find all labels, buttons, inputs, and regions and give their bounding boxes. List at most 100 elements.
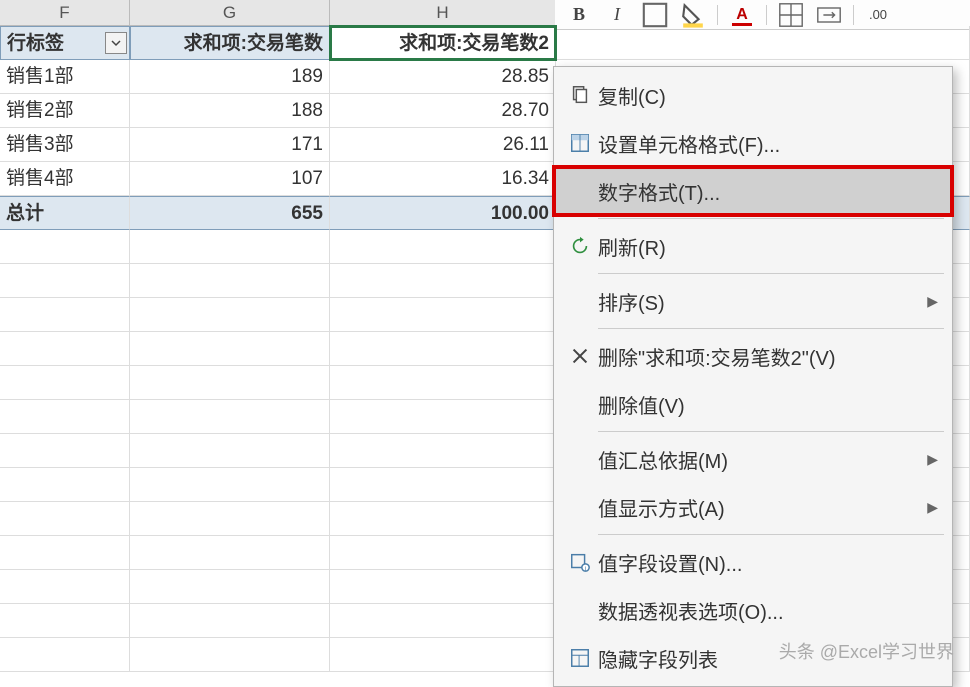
empty-cell[interactable]	[330, 604, 556, 638]
row-label[interactable]: 销售1部	[0, 60, 130, 94]
empty-cell[interactable]	[0, 264, 130, 298]
empty-cell[interactable]	[330, 502, 556, 536]
empty-cell[interactable]	[556, 26, 970, 60]
cell-value[interactable]: 28.70	[330, 94, 556, 128]
bold-button[interactable]: B	[565, 3, 593, 27]
cell-value[interactable]: 28.85	[330, 60, 556, 94]
menu-label: 数据透视表选项(O)...	[598, 596, 938, 625]
col-header-g[interactable]: G	[130, 0, 330, 25]
merge-button[interactable]	[815, 3, 843, 27]
row-label[interactable]: 销售2部	[0, 94, 130, 128]
empty-cell[interactable]	[330, 332, 556, 366]
menu-remove-field[interactable]: 删除"求和项:交易笔数2"(V)	[554, 332, 952, 380]
menu-label: 值显示方式(A)	[598, 493, 927, 522]
empty-cell[interactable]	[330, 400, 556, 434]
fill-color-button[interactable]	[679, 3, 707, 27]
pivot-row-label-header[interactable]: 行标签	[0, 26, 130, 60]
field-list-icon	[562, 647, 598, 669]
border-icon	[641, 1, 669, 29]
refresh-icon	[562, 235, 598, 257]
cell-value[interactable]: 26.11	[330, 128, 556, 162]
empty-cell[interactable]	[130, 468, 330, 502]
font-color-button[interactable]: A	[728, 3, 756, 27]
empty-cell[interactable]	[130, 502, 330, 536]
col-header-f[interactable]: F	[0, 0, 130, 25]
cell-value[interactable]: 171	[130, 128, 330, 162]
menu-remove-values[interactable]: 删除值(V)	[554, 380, 952, 428]
empty-cell[interactable]	[130, 570, 330, 604]
total-value[interactable]: 655	[130, 196, 330, 230]
empty-cell[interactable]	[130, 604, 330, 638]
empty-cell[interactable]	[130, 638, 330, 672]
menu-format-cells[interactable]: 设置单元格格式(F)...	[554, 119, 952, 167]
menu-separator	[598, 273, 944, 274]
cell-value[interactable]: 16.34	[330, 162, 556, 196]
empty-cell[interactable]	[130, 400, 330, 434]
cell-value[interactable]: 188	[130, 94, 330, 128]
col-header-h[interactable]: H	[330, 0, 556, 25]
cell-value[interactable]: 189	[130, 60, 330, 94]
empty-cell[interactable]	[0, 332, 130, 366]
empty-cell[interactable]	[0, 536, 130, 570]
empty-cell[interactable]	[0, 298, 130, 332]
row-label[interactable]: 销售4部	[0, 162, 130, 196]
menu-separator	[598, 534, 944, 535]
pivot-col-g-header[interactable]: 求和项:交易笔数	[130, 26, 330, 60]
empty-cell[interactable]	[130, 536, 330, 570]
empty-cell[interactable]	[0, 434, 130, 468]
menu-show-as[interactable]: 值显示方式(A) ▶	[554, 483, 952, 531]
menu-number-format[interactable]: 数字格式(T)...	[554, 167, 952, 215]
empty-cell[interactable]	[130, 434, 330, 468]
empty-cell[interactable]	[330, 298, 556, 332]
empty-cell[interactable]	[130, 298, 330, 332]
empty-cell[interactable]	[330, 536, 556, 570]
menu-hide-field-list[interactable]: 隐藏字段列表	[554, 634, 952, 682]
empty-cell[interactable]	[330, 570, 556, 604]
pivot-row-label-text: 行标签	[7, 33, 64, 54]
decrease-decimal-button[interactable]: .00	[864, 3, 892, 27]
empty-cell[interactable]	[130, 264, 330, 298]
menu-label: 数字格式(T)...	[598, 177, 938, 206]
menu-copy[interactable]: 复制(C)	[554, 71, 952, 119]
menu-label: 删除"求和项:交易笔数2"(V)	[598, 342, 938, 371]
empty-cell[interactable]	[0, 366, 130, 400]
empty-cell[interactable]	[130, 230, 330, 264]
empty-cell[interactable]	[0, 638, 130, 672]
grid-icon	[777, 1, 805, 29]
empty-cell[interactable]	[330, 230, 556, 264]
cell-value[interactable]: 107	[130, 162, 330, 196]
empty-cell[interactable]	[330, 638, 556, 672]
merge-icon	[815, 1, 843, 29]
italic-button[interactable]: I	[603, 3, 631, 27]
submenu-arrow-icon: ▶	[927, 451, 938, 468]
empty-cell[interactable]	[0, 468, 130, 502]
total-value[interactable]: 100.00	[330, 196, 556, 230]
border-button[interactable]	[641, 3, 669, 27]
total-label[interactable]: 总计	[0, 196, 130, 230]
empty-cell[interactable]	[0, 400, 130, 434]
menu-label: 值汇总依据(M)	[598, 445, 927, 474]
menu-value-field-settings[interactable]: i 值字段设置(N)...	[554, 538, 952, 586]
borders-button[interactable]	[777, 3, 805, 27]
filter-dropdown-button[interactable]	[105, 32, 127, 54]
menu-separator	[598, 218, 944, 219]
submenu-arrow-icon: ▶	[927, 499, 938, 516]
empty-cell[interactable]	[130, 366, 330, 400]
menu-summarize-by[interactable]: 值汇总依据(M) ▶	[554, 435, 952, 483]
menu-sort[interactable]: 排序(S) ▶	[554, 277, 952, 325]
pivot-col-h-header[interactable]: 求和项:交易笔数2	[330, 26, 556, 60]
empty-cell[interactable]	[130, 332, 330, 366]
empty-cell[interactable]	[330, 264, 556, 298]
empty-cell[interactable]	[0, 570, 130, 604]
menu-pivot-options[interactable]: 数据透视表选项(O)...	[554, 586, 952, 634]
empty-cell[interactable]	[0, 502, 130, 536]
menu-refresh[interactable]: 刷新(R)	[554, 222, 952, 270]
empty-cell[interactable]	[0, 230, 130, 264]
empty-cell[interactable]	[330, 468, 556, 502]
row-label[interactable]: 销售3部	[0, 128, 130, 162]
menu-separator	[598, 431, 944, 432]
empty-cell[interactable]	[330, 434, 556, 468]
empty-cell[interactable]	[0, 604, 130, 638]
empty-cell[interactable]	[330, 366, 556, 400]
chevron-down-icon	[111, 38, 121, 48]
